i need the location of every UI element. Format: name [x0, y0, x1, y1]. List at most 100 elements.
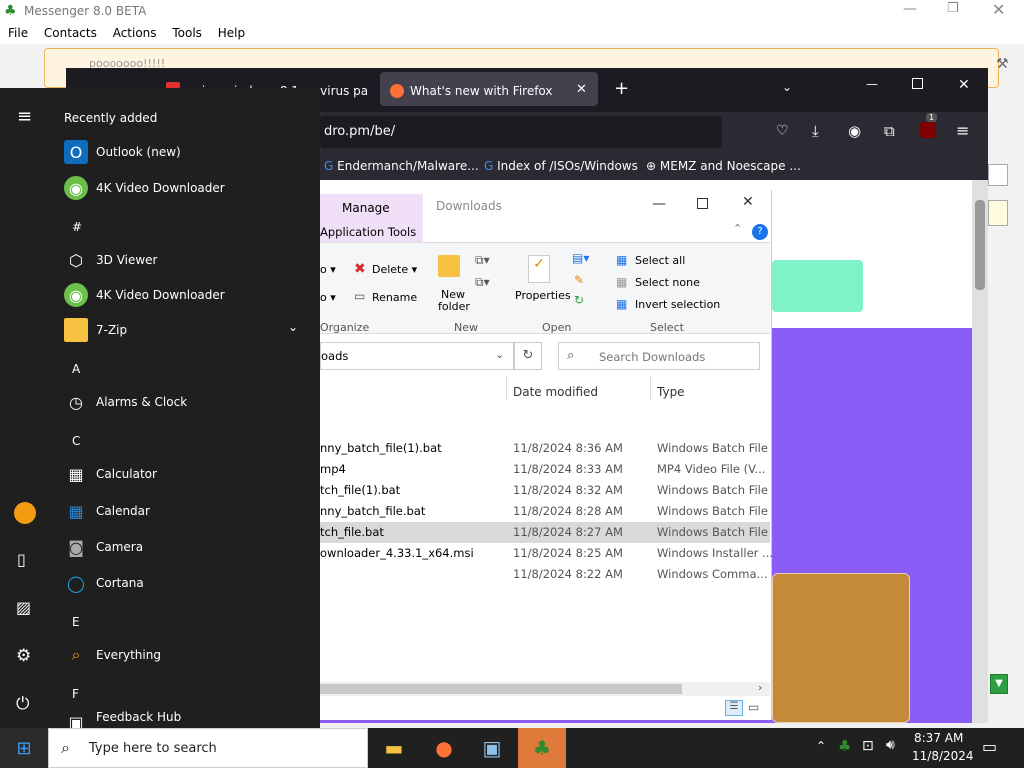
list-tabs-icon[interactable]: ⌄ [782, 80, 792, 94]
notification-icon[interactable]: ▭ [982, 737, 997, 756]
history-icon[interactable]: ↻ [574, 293, 584, 307]
bookmark-3[interactable]: ⊕ MEMZ and Noescape ... [646, 159, 801, 173]
close-icon[interactable]: ✕ [958, 77, 970, 93]
start-app-camera[interactable]: ◙ Camera [64, 529, 143, 565]
side-field-2[interactable] [988, 200, 1008, 226]
table-row[interactable]: ownloader_4.33.1_x64.msi 11/8/2024 8:25 A… [320, 543, 773, 564]
clock-date[interactable]: 11/8/2024 [912, 749, 974, 763]
new-item-icon[interactable]: ⧉▾ [475, 253, 490, 268]
easy-access-icon[interactable]: ⧉▾ [475, 275, 490, 290]
menu-tools[interactable]: Tools [172, 26, 202, 40]
letter-hash[interactable]: # [72, 220, 82, 234]
column-date-modified[interactable]: Date modified [513, 385, 598, 399]
letter-f[interactable]: F [72, 687, 79, 701]
start-app-alarms[interactable]: ◷ Alarms & Clock [64, 384, 187, 420]
control-panel-icon[interactable]: ▣ [468, 728, 516, 768]
select-none-button[interactable]: Select none [635, 276, 700, 289]
start-app-calendar[interactable]: ▦ Calendar [64, 493, 150, 529]
start-app-3d-viewer[interactable]: ⬡ 3D Viewer [64, 242, 157, 278]
start-app-cortana[interactable]: ◯ Cortana [64, 565, 144, 601]
refresh-icon[interactable]: ↻ [514, 342, 542, 370]
edit-icon[interactable]: ✎ [574, 273, 584, 287]
start-app-4k-video-2[interactable]: ◉ 4K Video Downloader [64, 277, 225, 313]
start-app-7zip[interactable]: 7-Zip [64, 312, 127, 348]
horizontal-scrollbar[interactable]: › [320, 681, 770, 696]
address-bar[interactable]: oads ⌄ [320, 342, 514, 370]
app-tools-tab[interactable]: Application Tools [320, 220, 423, 242]
scroll-thumb[interactable] [320, 684, 682, 694]
letter-a[interactable]: A [72, 362, 80, 376]
pictures-icon[interactable]: ▨ [16, 598, 31, 617]
network-icon[interactable]: ⊡ [862, 738, 874, 754]
start-app-outlook[interactable]: O Outlook (new) [64, 134, 181, 170]
minimize-icon[interactable]: — [903, 1, 917, 17]
address-dropdown-icon[interactable]: ⌄ [495, 348, 504, 361]
dropdown-icon[interactable]: ▼ [990, 674, 1008, 694]
taskbar-search-input[interactable]: ⌕ Type here to search [48, 728, 368, 768]
start-app-feedback[interactable]: ▣ Feedback Hub [64, 710, 181, 728]
messenger-tray-icon[interactable]: ♣ [838, 737, 851, 755]
bookmark-2[interactable]: G Index of /ISOs/Windows [484, 159, 638, 173]
copy-to-fragment[interactable]: o ▾ [320, 263, 336, 276]
menu-help[interactable]: Help [218, 26, 245, 40]
menu-file[interactable]: File [8, 26, 28, 40]
file-explorer-icon[interactable]: ▬ [370, 728, 418, 768]
menu-contacts[interactable]: Contacts [44, 26, 97, 40]
table-row[interactable]: nny_batch_file.bat 11/8/2024 8:28 AM Windo… [320, 501, 770, 522]
manage-tab[interactable]: Manage [320, 194, 423, 220]
restore-icon[interactable]: ❐ [947, 1, 959, 16]
minimize-icon[interactable]: — [866, 77, 878, 91]
hamburger-icon[interactable]: ≡ [17, 106, 32, 127]
select-all-button[interactable]: Select all [635, 254, 685, 267]
url-bar[interactable]: dro.pm/be/ [320, 116, 722, 148]
tab-whats-new[interactable]: What's new with Firefox ✕ [380, 72, 598, 106]
maximize-icon[interactable] [697, 198, 708, 209]
page-scrollbar[interactable] [972, 180, 988, 723]
properties-button[interactable]: Properties [515, 289, 571, 302]
pocket-icon[interactable]: ♡ [776, 123, 789, 139]
account-icon[interactable]: ◉ [848, 122, 861, 140]
firefox-icon[interactable]: ● [420, 728, 468, 768]
maximize-icon[interactable] [912, 78, 923, 89]
extensions-icon[interactable]: ⧉ [884, 122, 895, 140]
user-avatar[interactable] [14, 502, 36, 524]
large-icons-view-icon[interactable]: ▭ [748, 700, 759, 714]
close-icon[interactable]: ✕ [992, 0, 1005, 19]
collapse-ribbon-icon[interactable]: ⌃ [733, 222, 742, 235]
side-field[interactable] [988, 164, 1008, 186]
rename-button[interactable]: Rename [372, 291, 417, 304]
tools-icon[interactable]: ⚒ [996, 56, 1009, 72]
start-app-calculator[interactable]: ▦ Calculator [64, 456, 157, 492]
help-icon[interactable]: ? [752, 224, 768, 240]
open-icon[interactable]: ▤▾ [572, 251, 589, 265]
start-app-4k-video[interactable]: ◉ 4K Video Downloader [64, 170, 225, 206]
page-button[interactable] [772, 260, 863, 312]
menu-icon[interactable]: ≡ [956, 121, 969, 140]
clock-time[interactable]: 8:37 AM [914, 731, 963, 745]
table-row[interactable]: mp4 11/8/2024 8:33 AM MP4 Video File (V... [320, 459, 770, 480]
tab-close-icon[interactable]: ✕ [576, 82, 587, 97]
start-app-everything[interactable]: ⌕ Everything [64, 637, 161, 673]
scroll-thumb[interactable] [975, 200, 985, 290]
documents-icon[interactable]: ▯ [17, 550, 26, 569]
settings-icon[interactable]: ⚙ [16, 646, 31, 666]
invert-selection-button[interactable]: Invert selection [635, 298, 720, 311]
table-row-selected[interactable]: tch_file.bat 11/8/2024 8:27 AM Windows Bat… [320, 522, 770, 543]
search-downloads-input[interactable]: ⌕ Search Downloads [558, 342, 760, 370]
expand-icon[interactable]: ⌄ [288, 320, 298, 334]
new-folder-button[interactable]: New folder [438, 289, 470, 313]
delete-button[interactable]: Delete ▾ [372, 263, 417, 276]
table-row[interactable]: 11/8/2024 8:22 AM Windows Comma... [320, 564, 770, 585]
table-row[interactable]: nny_batch_file(1).bat 11/8/2024 8:36 AM Wi… [320, 438, 770, 459]
ublock-icon[interactable] [920, 122, 936, 138]
menu-actions[interactable]: Actions [113, 26, 157, 40]
letter-e[interactable]: E [72, 615, 80, 629]
power-icon[interactable]: ⏻ [16, 694, 29, 714]
move-to-fragment[interactable]: o ▾ [320, 291, 336, 304]
details-view-icon[interactable]: ☰ [725, 700, 743, 716]
column-type[interactable]: Type [657, 385, 685, 399]
volume-icon[interactable]: 🔊︎ [886, 737, 895, 753]
minimize-icon[interactable]: — [652, 196, 666, 212]
bookmark-1[interactable]: G Endermanch/Malware... [324, 159, 479, 173]
table-row[interactable]: tch_file(1).bat 11/8/2024 8:32 AM Windows … [320, 480, 770, 501]
